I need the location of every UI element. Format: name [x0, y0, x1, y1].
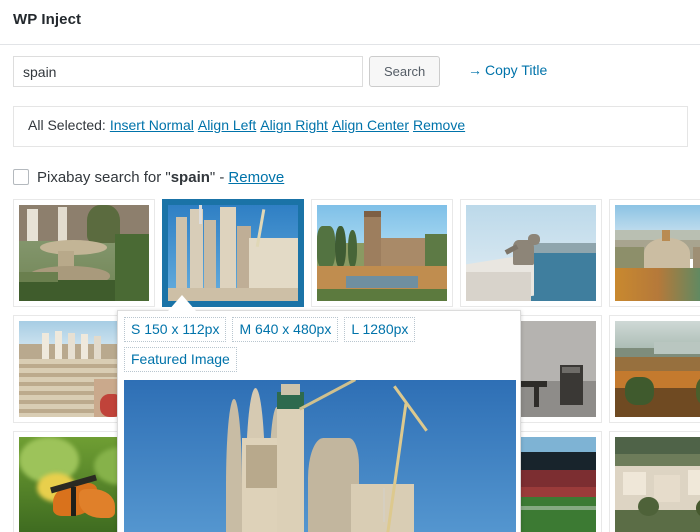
copy-title-link[interactable]: → Copy Title [468, 62, 547, 78]
action-align-left[interactable]: Align Left [198, 117, 256, 133]
featured-image-button[interactable]: Featured Image [124, 347, 237, 372]
search-row: Search →Copy Title [13, 56, 688, 88]
thumbnail-image [615, 321, 700, 417]
pixabay-select-all-checkbox[interactable] [13, 169, 29, 185]
pixabay-remove-link[interactable]: Remove [228, 169, 284, 186]
thumb-alhambra-church[interactable] [311, 199, 453, 307]
pixabay-term: spain [170, 168, 210, 186]
popup-size-buttons: S 150 x 112px M 640 x 480px L 1280px Fea… [118, 311, 520, 379]
page-title: WP Inject [13, 11, 82, 28]
action-insert-normal[interactable]: Insert Normal [110, 117, 194, 133]
popup-preview-image[interactable] [124, 380, 516, 532]
all-selected-label: All Selected: [28, 117, 106, 133]
pixabay-prefix: Pixabay search for " [37, 168, 171, 186]
pixabay-search-label: Pixabay search for "spain" - [37, 169, 224, 186]
action-remove[interactable]: Remove [413, 117, 465, 133]
pixabay-search-row: Pixabay search for "spain" - Remove [13, 166, 284, 188]
thumb-park-guell[interactable] [609, 199, 700, 307]
wp-inject-panel: WP Inject Search →Copy Title All Selecte… [0, 0, 700, 532]
thumb-hillside-town[interactable] [609, 431, 700, 532]
all-selected-actions: All Selected: Insert Normal Align Left Alig… [28, 117, 469, 133]
search-input[interactable] [13, 56, 363, 87]
thumbnail-image [168, 205, 298, 301]
action-align-right[interactable]: Align Right [260, 117, 328, 133]
thumb-cat-cliff[interactable] [460, 199, 602, 307]
image-options-popup: S 150 x 112px M 640 x 480px L 1280px Fea… [117, 310, 521, 532]
action-align-center[interactable]: Align Center [332, 117, 409, 133]
thumbnail-image [615, 205, 700, 301]
thumbnail-image [317, 205, 447, 301]
header-bar: WP Inject [0, 0, 700, 45]
thumbnail-image [466, 205, 596, 301]
size-large-button[interactable]: L 1280px [344, 317, 416, 342]
popup-caret-icon [168, 295, 196, 311]
size-small-button[interactable]: S 150 x 112px [124, 317, 227, 342]
thumb-garden-fountain[interactable] [13, 199, 155, 307]
arrow-right-icon: → [468, 62, 482, 78]
pixabay-suffix: " - [209, 168, 225, 186]
thumb-sagrada-familia[interactable] [162, 199, 304, 307]
thumb-landscape-painting[interactable] [609, 315, 700, 423]
copy-title-label: Copy Title [485, 62, 548, 78]
search-button[interactable]: Search [369, 56, 441, 87]
thumbnail-image [19, 205, 149, 301]
thumbnail-image [615, 437, 700, 532]
size-medium-button[interactable]: M 640 x 480px [232, 317, 339, 342]
all-selected-panel: All Selected: Insert Normal Align Left Alig… [13, 106, 688, 147]
